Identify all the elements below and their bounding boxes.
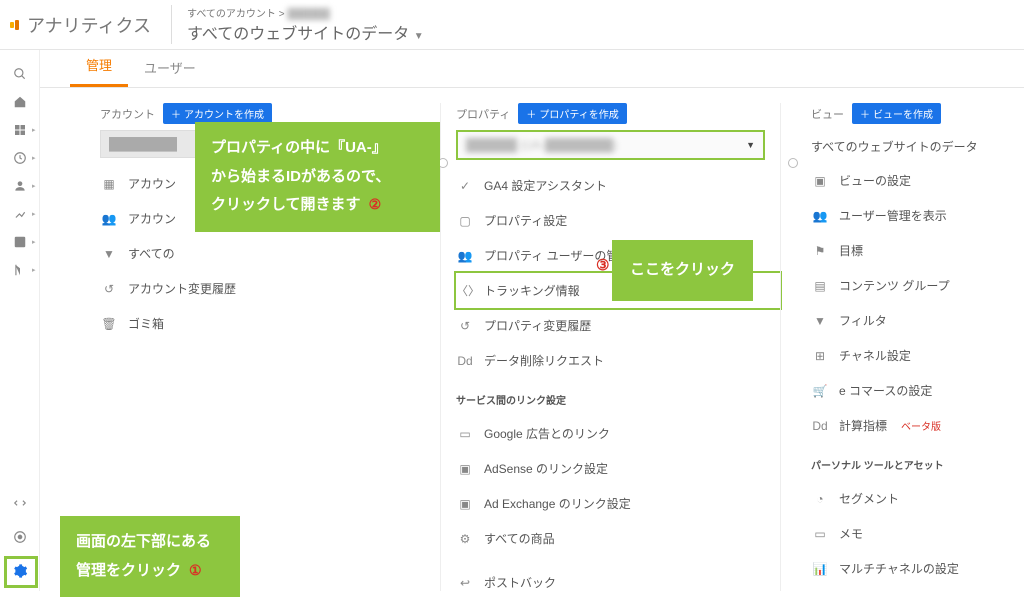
- nav-discover-icon[interactable]: [0, 523, 40, 551]
- ecommerce-item[interactable]: 🛒e コマースの設定: [811, 373, 1024, 408]
- nav-behavior-icon[interactable]: ▸: [0, 228, 40, 256]
- filter-icon: ▼: [100, 247, 118, 261]
- settings-icon: ▣: [811, 174, 829, 188]
- multichannel-icon: 📊: [811, 562, 829, 576]
- nav-attribution-icon[interactable]: [0, 489, 40, 517]
- view-label: ビュー: [811, 106, 844, 122]
- caret-down-icon: ▼: [414, 31, 424, 42]
- adexchange-link-item[interactable]: ▣Ad Exchange のリンク設定: [456, 486, 780, 521]
- callout-2: プロパティの中に『UA-』 から始まるIDがあるので、 クリックして開きます②: [195, 122, 440, 232]
- adsense-icon: ▣: [456, 462, 474, 476]
- timeline-dot: [788, 158, 798, 168]
- custom-channel-item[interactable]: ⊞カスタム チャネル グループベータ版: [811, 586, 1024, 591]
- tab-admin[interactable]: 管理: [70, 45, 128, 87]
- view-settings-item[interactable]: ▣ビューの設定: [811, 163, 1024, 198]
- callout-3: ③ ここをクリック: [612, 240, 753, 301]
- breadcrumb[interactable]: すべてのアカウント > ██████ すべてのウェブサイトのデータ ▼: [171, 5, 424, 44]
- account-label: アカウント: [100, 106, 155, 122]
- segment-icon: ◔: [811, 492, 829, 506]
- cart-icon: 🛒: [811, 384, 829, 398]
- delete-icon: Dd: [456, 354, 474, 368]
- app-title: アナリティクス: [27, 12, 151, 38]
- tools-section: パーソナル ツールとアセット: [811, 443, 1024, 481]
- flag-icon: ⚑: [811, 244, 829, 258]
- settings-highlight: [4, 556, 38, 588]
- users-icon: 👥: [456, 249, 474, 263]
- callout-1: 画面の左下部にある 管理をクリック①: [60, 516, 240, 597]
- metrics-icon: Dd: [811, 419, 829, 433]
- account-filters-item[interactable]: ▼すべての: [100, 236, 440, 271]
- code-icon: 〈〉: [456, 282, 474, 299]
- adexchange-icon: ▣: [456, 497, 474, 511]
- check-icon: ✓: [456, 179, 474, 193]
- channel-settings-item[interactable]: ⊞チャネル設定: [811, 338, 1024, 373]
- nav-home-icon[interactable]: [0, 88, 40, 116]
- breadcrumb-accounts: すべてのアカウント >: [187, 9, 285, 20]
- segments-item[interactable]: ◔セグメント: [811, 481, 1024, 516]
- property-history-item[interactable]: ↺プロパティ変更履歴: [456, 308, 780, 343]
- ga4-assistant-item[interactable]: ✓GA4 設定アシスタント: [456, 168, 780, 203]
- note-icon: ▭: [811, 527, 829, 541]
- channel-icon: ⊞: [811, 349, 829, 363]
- filters-item[interactable]: ▼フィルタ: [811, 303, 1024, 338]
- analytics-logo-icon: [10, 20, 19, 30]
- trash-icon: 🗑: [100, 317, 118, 331]
- account-trash-item[interactable]: 🗑ゴミ箱: [100, 306, 440, 341]
- view-users-item[interactable]: 👥ユーザー管理を表示: [811, 198, 1024, 233]
- property-settings-item[interactable]: ▢プロパティ設定: [456, 203, 780, 238]
- column-property: プロパティ ＋ プロパティを作成 ██████ (UA-████████)▼ ✓…: [440, 103, 780, 591]
- nav-conversions-icon[interactable]: ▸: [0, 256, 40, 284]
- create-account-button[interactable]: ＋ アカウントを作成: [163, 103, 272, 124]
- nav-audience-icon[interactable]: ▸: [0, 172, 40, 200]
- postback-icon: ↩: [456, 576, 474, 590]
- settings-icon: ▢: [456, 214, 474, 228]
- postback-item[interactable]: ↩ポストバック: [456, 556, 780, 591]
- tab-user[interactable]: ユーザー: [128, 48, 212, 87]
- settings-icon: ▦: [100, 177, 118, 191]
- create-view-button[interactable]: ＋ ビューを作成: [852, 103, 941, 124]
- property-selector[interactable]: ██████ (UA-████████)▼: [456, 130, 765, 160]
- link-section: サービス間のリンク設定: [456, 378, 780, 416]
- annotations-item[interactable]: ▭メモ: [811, 516, 1024, 551]
- history-icon: ↺: [456, 319, 474, 333]
- multichannel-item[interactable]: 📊マルチチャネルの設定: [811, 551, 1024, 586]
- calc-metrics-item[interactable]: Dd計算指標ベータ版: [811, 408, 1024, 443]
- nav-customization-icon[interactable]: ▸: [0, 116, 40, 144]
- users-icon: 👥: [811, 209, 829, 223]
- products-icon: ⚙: [456, 532, 474, 546]
- content-icon: ▤: [811, 279, 829, 293]
- nav-acquisition-icon[interactable]: ▸: [0, 200, 40, 228]
- property-label: プロパティ: [456, 106, 510, 122]
- nav-realtime-icon[interactable]: ▸: [0, 144, 40, 172]
- tabs: 管理 ユーザー: [40, 50, 1024, 88]
- app-header: アナリティクス すべてのアカウント > ██████ すべてのウェブサイトのデー…: [0, 0, 1024, 50]
- nav-search-icon[interactable]: [0, 60, 40, 88]
- adsense-link-item[interactable]: ▣AdSense のリンク設定: [456, 451, 780, 486]
- view-selector[interactable]: すべてのウェブサイトのデータ: [781, 130, 1024, 163]
- account-history-item[interactable]: ↺アカウント変更履歴: [100, 271, 440, 306]
- filter-icon: ▼: [811, 314, 829, 328]
- google-ads-link-item[interactable]: ▭Google 広告とのリンク: [456, 416, 780, 451]
- data-delete-item[interactable]: Ddデータ削除リクエスト: [456, 343, 780, 378]
- all-products-item[interactable]: ⚙すべての商品: [456, 521, 780, 556]
- caret-down-icon: ▼: [746, 140, 755, 150]
- users-icon: 👥: [100, 212, 118, 226]
- create-property-button[interactable]: ＋ プロパティを作成: [518, 103, 626, 124]
- left-nav: ▸ ▸ ▸ ▸ ▸ ▸: [0, 50, 40, 591]
- history-icon: ↺: [100, 282, 118, 296]
- ads-icon: ▭: [456, 427, 474, 441]
- breadcrumb-view: すべてのウェブサイトのデータ: [187, 26, 409, 43]
- goals-item[interactable]: ⚑目標: [811, 233, 1024, 268]
- column-view: ビュー ＋ ビューを作成 すべてのウェブサイトのデータ ▣ビューの設定 👥ユーザ…: [780, 103, 1024, 591]
- content-groups-item[interactable]: ▤コンテンツ グループ: [811, 268, 1024, 303]
